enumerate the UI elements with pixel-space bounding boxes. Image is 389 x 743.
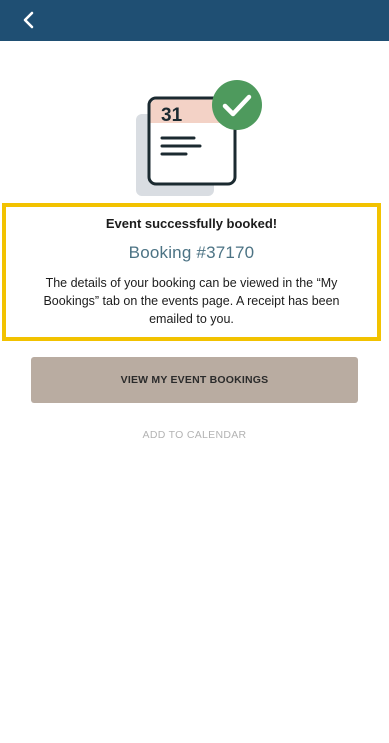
- calendar-day-number: 31: [161, 105, 183, 126]
- checkmark-icon: [212, 80, 262, 130]
- booking-confirmation-panel: Event successfully booked! Booking #3717…: [2, 203, 381, 341]
- add-to-calendar-link[interactable]: ADD TO CALENDAR: [0, 429, 389, 441]
- top-navigation-bar: [0, 0, 389, 41]
- chevron-left-icon: [23, 11, 34, 29]
- confirmation-details: The details of your booking can be viewe…: [43, 276, 340, 326]
- booking-number: Booking #37170: [128, 243, 255, 262]
- view-event-bookings-button[interactable]: VIEW MY EVENT BOOKINGS: [31, 357, 358, 403]
- back-button[interactable]: [14, 6, 44, 34]
- booking-confirmed-illustration: 31: [132, 78, 267, 198]
- confirmation-title: Event successfully booked!: [105, 216, 278, 231]
